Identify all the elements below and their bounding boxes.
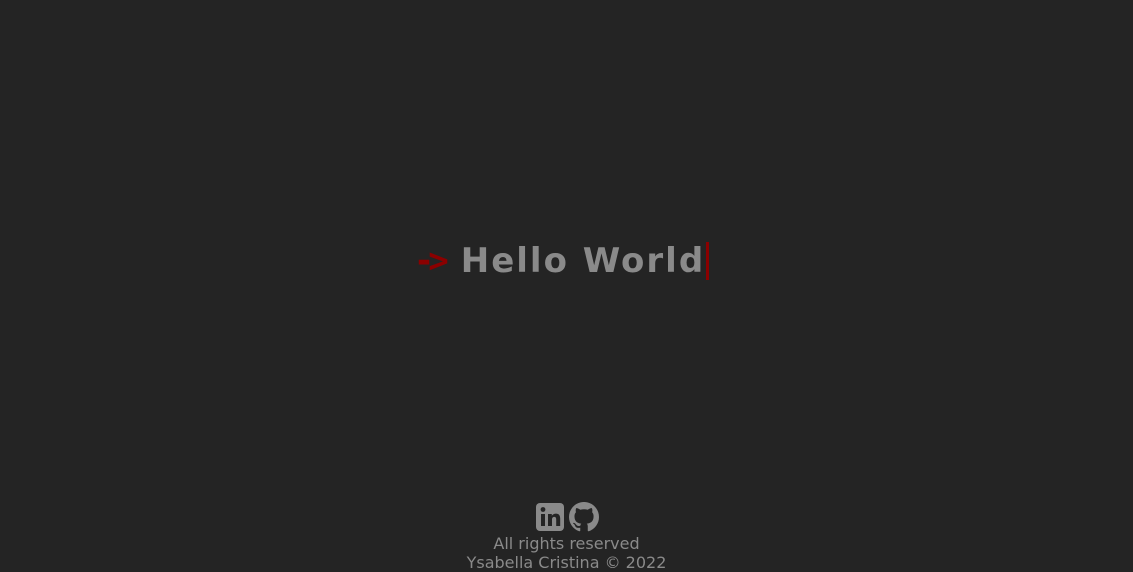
typing-cursor (706, 242, 710, 280)
linkedin-icon (536, 503, 564, 531)
github-link[interactable] (569, 502, 599, 532)
social-links (1, 502, 1133, 534)
hero: -> Hello World (0, 238, 1133, 284)
linkedin-link[interactable] (535, 502, 565, 532)
rights-text: All rights reserved (493, 534, 640, 553)
typed-headline: Hello World (460, 241, 706, 281)
hero-inner: -> Hello World (413, 238, 710, 284)
github-icon (569, 502, 599, 532)
arrow-prompt: -> (413, 241, 449, 281)
credit-text: Ysabella Cristina © 2022 (466, 553, 667, 572)
page: -> Hello World All rights reserved Ysabe… (0, 0, 1133, 572)
footer: All rights reserved Ysabella Cristina © … (0, 502, 1133, 572)
